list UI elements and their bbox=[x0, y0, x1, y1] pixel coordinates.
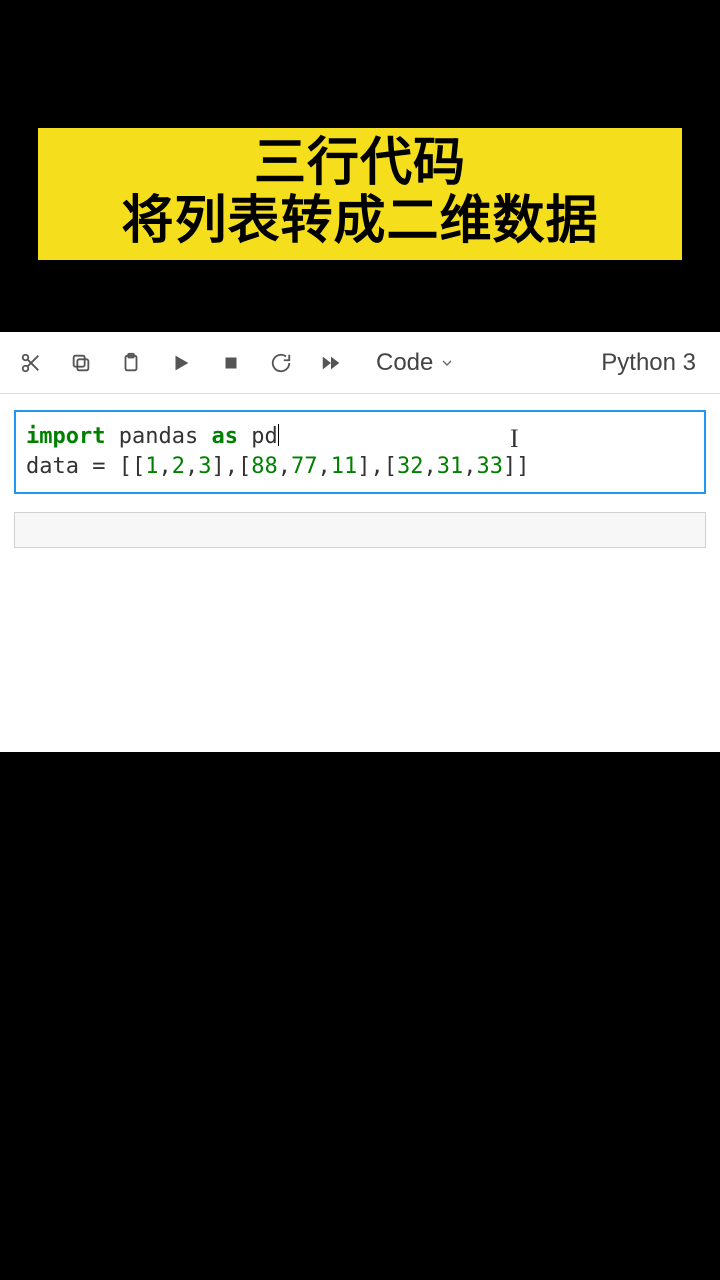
text-cursor-icon bbox=[278, 424, 279, 446]
cell-type-select[interactable]: Code bbox=[368, 349, 463, 377]
code-cell-1[interactable]: import pandas as pd data = [[1,2,3],[88,… bbox=[14, 410, 706, 494]
banner-line-2: 将列表转成二维数据 bbox=[38, 192, 682, 250]
code-editor[interactable]: import pandas as pd data = [[1,2,3],[88,… bbox=[16, 412, 704, 492]
paste-button[interactable] bbox=[106, 342, 156, 384]
cells-area: import pandas as pd data = [[1,2,3],[88,… bbox=[0, 394, 720, 548]
restart-button[interactable] bbox=[256, 342, 306, 384]
jupyter-notebook: Code Python 3 import pandas as pd data =… bbox=[0, 332, 720, 752]
kernel-name[interactable]: Python 3 bbox=[601, 349, 714, 377]
cut-button[interactable] bbox=[6, 342, 56, 384]
fast-forward-button[interactable] bbox=[306, 342, 356, 384]
title-banner: 三行代码 将列表转成二维数据 bbox=[38, 128, 682, 260]
chevron-down-icon bbox=[439, 355, 455, 371]
banner-line-1: 三行代码 bbox=[38, 134, 682, 192]
toolbar: Code Python 3 bbox=[0, 332, 720, 394]
ibeam-cursor-icon: I bbox=[510, 424, 519, 454]
cell-type-label: Code bbox=[376, 349, 433, 377]
copy-button[interactable] bbox=[56, 342, 106, 384]
run-button[interactable] bbox=[156, 342, 206, 384]
code-cell-2[interactable] bbox=[14, 512, 706, 548]
stop-button[interactable] bbox=[206, 342, 256, 384]
